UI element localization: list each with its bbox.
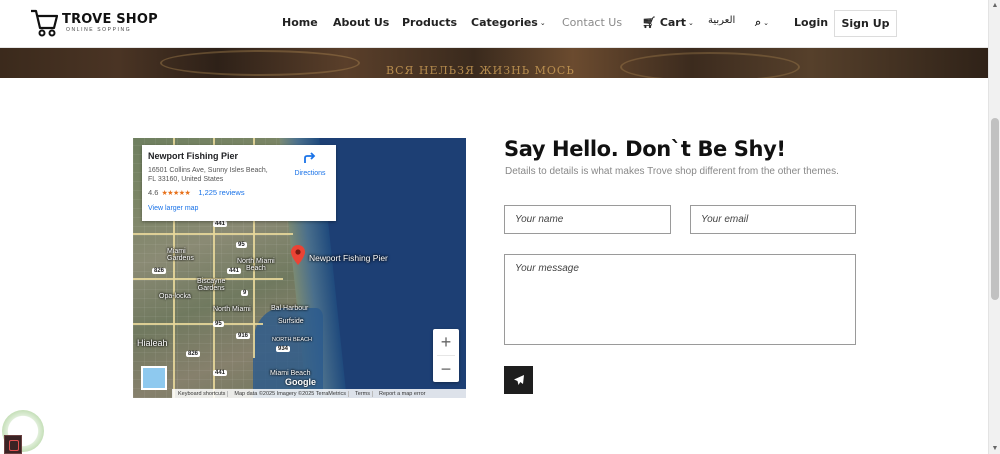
- map-road: [133, 323, 263, 325]
- chevron-down-icon: ⌄: [539, 19, 546, 27]
- banner-text: ВСЯ НЕЛЬЗЯ ЖИЗНЬ МОСЬ: [386, 64, 575, 77]
- map-city-label: North Miami: [213, 306, 251, 313]
- highway-shield: 9: [241, 290, 249, 296]
- nav-about[interactable]: About Us: [333, 16, 389, 29]
- map-info-card: Newport Fishing Pier 16501 Collins Ave, …: [142, 145, 336, 221]
- highway-shield: 916: [236, 333, 251, 339]
- terms-link[interactable]: Terms: [353, 390, 374, 397]
- page-banner: ВСЯ НЕЛЬЗЯ ЖИЗНЬ МОСЬ: [0, 48, 988, 78]
- highway-shield: 934: [276, 346, 291, 352]
- chevron-down-icon: ⌄: [763, 19, 770, 27]
- nav-search[interactable]: ⌕ ⌄: [755, 16, 769, 30]
- banner-decoration: [160, 50, 360, 76]
- map-city-label: Opa-locka: [159, 293, 191, 300]
- map-pin-label: Newport Fishing Pier: [309, 253, 388, 263]
- contact-subtitle: Details to details is what makes Trove s…: [505, 166, 839, 177]
- map-city-label: NORTH BEACH: [272, 337, 312, 343]
- page-scrollbar[interactable]: ▲ ▼: [988, 0, 1000, 454]
- banner-decoration: [620, 52, 800, 78]
- send-button[interactable]: [504, 366, 533, 394]
- directions-icon: [304, 152, 316, 163]
- cart-icon: 🛒︎: [642, 16, 656, 29]
- nav-categories-label: Categories: [471, 16, 538, 29]
- name-input[interactable]: [504, 205, 671, 234]
- map-city-label: Miami Gardens: [167, 248, 194, 263]
- map-attribution: Map data ©2025 Imagery ©2025 TerraMetric…: [232, 390, 350, 397]
- map-city-label: Biscayne Gardens: [197, 278, 226, 293]
- place-rating: 4.6 ★★★★★ 1,225 reviews: [148, 188, 330, 197]
- zoom-in-button[interactable]: +: [433, 329, 459, 355]
- map-pin-icon[interactable]: [291, 245, 305, 270]
- keyboard-shortcuts-link[interactable]: Keyboard shortcuts: [176, 390, 229, 397]
- map-city-label: Bal Harbour: [271, 305, 309, 312]
- view-larger-map-link[interactable]: View larger map: [148, 205, 198, 212]
- email-input[interactable]: [690, 205, 856, 234]
- reviews-link[interactable]: 1,225 reviews: [198, 188, 244, 197]
- map-city-label: Hialeah: [137, 338, 168, 348]
- map-footer: Keyboard shortcuts Map data ©2025 Imager…: [172, 389, 466, 398]
- nav-home[interactable]: Home: [282, 16, 318, 29]
- message-input[interactable]: [504, 254, 856, 345]
- map-city-label: Surfside: [278, 318, 304, 325]
- floating-widget[interactable]: [0, 410, 46, 454]
- scroll-down-icon[interactable]: ▼: [991, 445, 999, 452]
- directions-label: Directions: [294, 170, 326, 177]
- search-icon: ⌕: [755, 16, 762, 29]
- nav-cart-label: Cart: [659, 16, 686, 29]
- contact-title: Say Hello. Don`t Be Shy!: [504, 137, 786, 161]
- paper-plane-icon: [513, 375, 524, 385]
- scroll-up-icon[interactable]: ▲: [991, 2, 999, 9]
- place-address: 16501 Collins Ave, Sunny Isles Beach, FL…: [148, 167, 268, 184]
- highway-shield: 95: [213, 321, 224, 327]
- highway-shield: 826: [152, 268, 167, 274]
- nav-products[interactable]: Products: [402, 16, 457, 29]
- scrollbar-thumb[interactable]: [991, 118, 999, 300]
- zoom-out-button[interactable]: −: [433, 356, 459, 382]
- star-rating-icon: ★★★★★: [161, 189, 191, 197]
- site-header: TROVE SHOP ONLINE SOPPING Home About Us …: [0, 0, 988, 48]
- nav-cart[interactable]: 🛒︎ Cart ⌄: [642, 16, 694, 29]
- highway-shield: 441: [213, 370, 228, 376]
- nav-language[interactable]: العربية: [708, 15, 735, 26]
- directions-button[interactable]: Directions: [288, 151, 332, 177]
- report-map-error-link[interactable]: Report a map error: [377, 391, 427, 397]
- map-city-label: North Miami Beach: [237, 258, 275, 273]
- widget-box-icon: [4, 435, 22, 454]
- rating-value: 4.6: [148, 188, 159, 198]
- map-zoom-control: + −: [433, 329, 459, 382]
- chevron-down-icon: ⌄: [688, 19, 694, 27]
- nav-contact[interactable]: Contact Us: [562, 16, 622, 29]
- highway-shield: 826: [186, 351, 201, 357]
- nav-categories[interactable]: Categories ⌄: [471, 16, 546, 29]
- main-nav: Home About Us Products Categories ⌄ Conta…: [0, 0, 988, 46]
- highway-shield: 95: [236, 242, 247, 248]
- google-logo: Google: [285, 377, 316, 387]
- highway-shield: 441: [213, 221, 228, 227]
- signup-button[interactable]: Sign Up: [834, 10, 897, 37]
- nav-login[interactable]: Login: [794, 16, 828, 29]
- map-layer-toggle[interactable]: [141, 366, 167, 390]
